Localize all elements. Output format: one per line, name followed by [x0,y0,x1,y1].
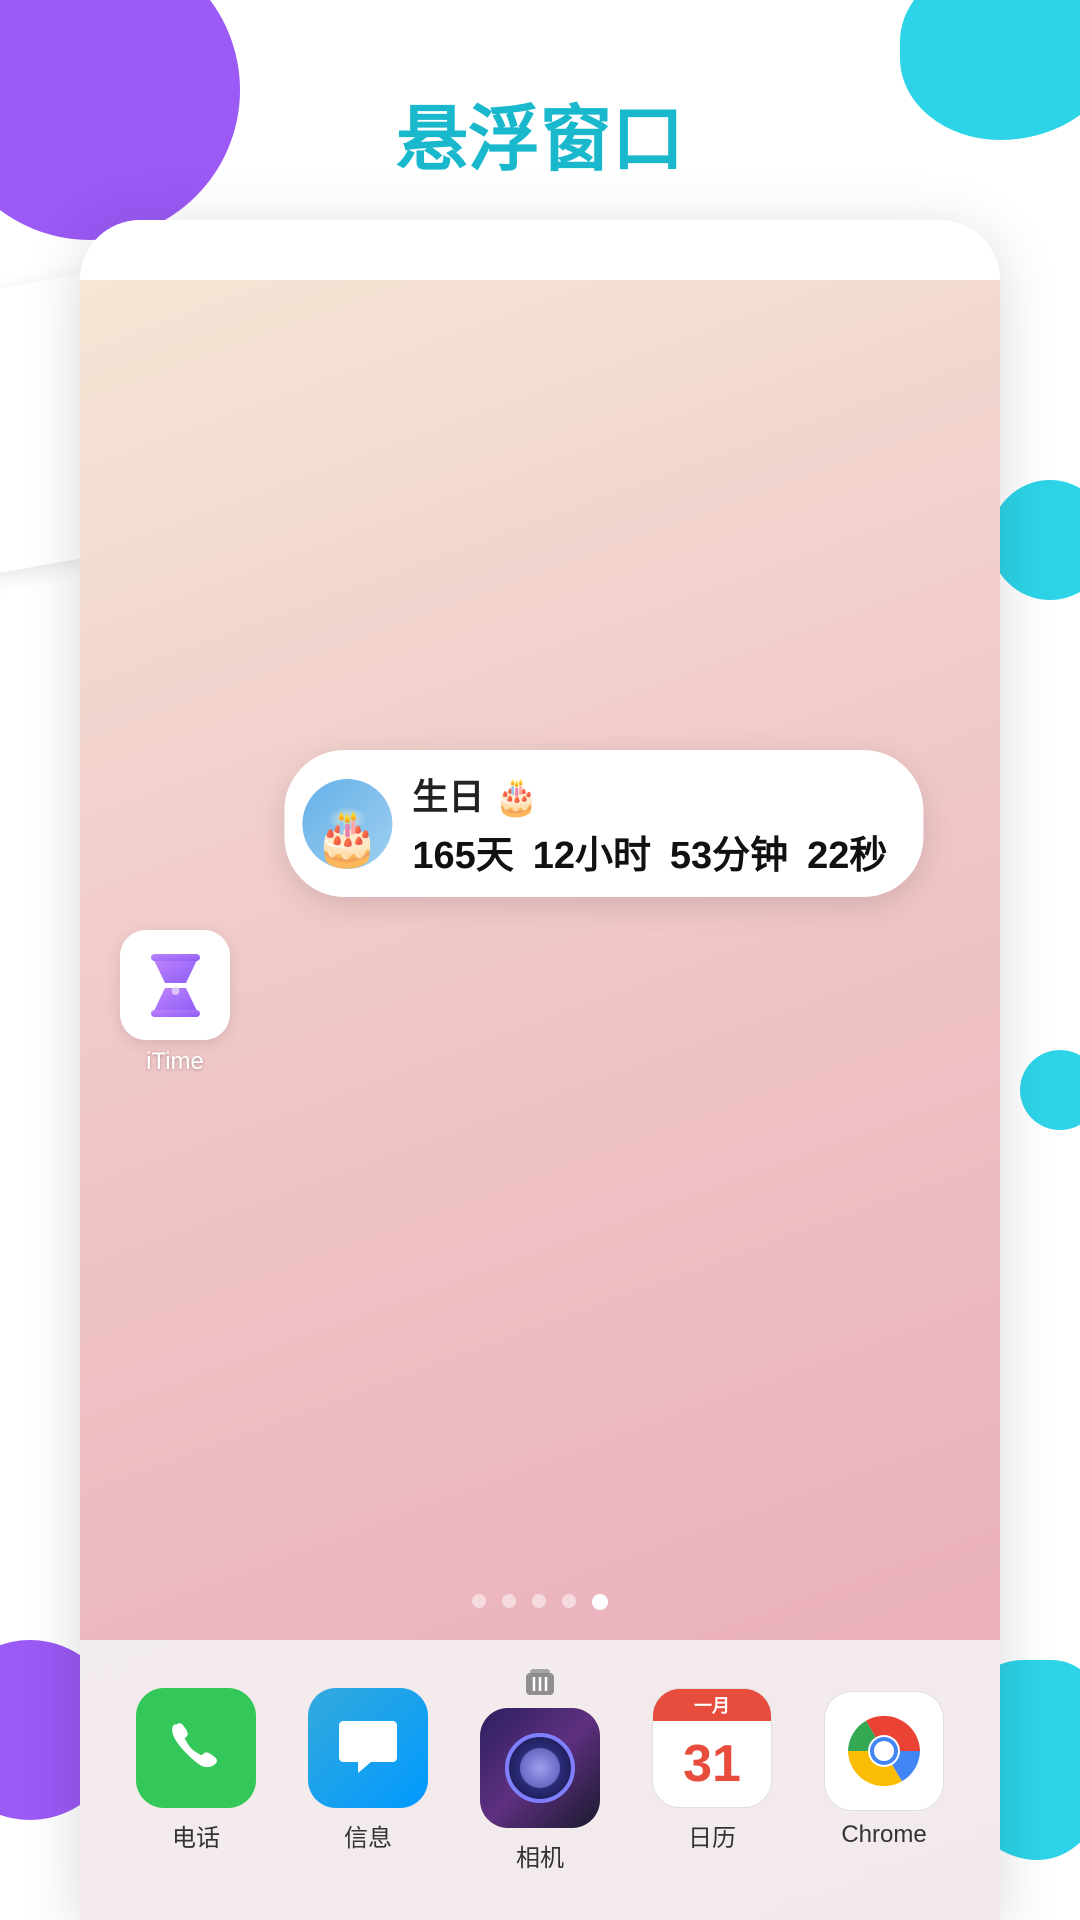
itime-hourglass-svg [148,953,203,1018]
countdown-days: 165天 [412,835,513,877]
dock-item-calendar[interactable]: 一月 31 日历 [652,1688,772,1853]
chrome-icon [824,1691,944,1811]
camera-label: 相机 [516,1838,564,1873]
messages-svg [333,1713,403,1783]
countdown-hours: 12小时 [533,835,651,877]
countdown-minutes: 53分钟 [670,835,788,877]
dock: 电话 信息 [80,1640,1000,1920]
dot-2[interactable] [502,1594,516,1608]
widget-text-block: 生日 🎂 165天 12小时 53分钟 22秒 [412,768,887,879]
trash-svg [522,1669,558,1697]
phone-label: 电话 [172,1818,220,1853]
calendar-day: 31 [683,1734,741,1794]
messages-label: 信息 [344,1818,392,1853]
calendar-icon: 一月 31 [652,1688,772,1808]
phone-svg [166,1718,226,1778]
itime-app-item[interactable]: iTime [120,930,230,1076]
chrome-svg [844,1711,924,1791]
widget-countdown: 165天 12小时 53分钟 22秒 [412,824,887,879]
blob-right-lower [1020,1050,1080,1130]
dot-5-active[interactable] [592,1594,608,1610]
itime-icon-box [120,930,230,1040]
avatar-emoji: 🎂 [314,811,381,865]
dock-item-phone[interactable]: 电话 [136,1688,256,1853]
widget-birthday-title: 生日 🎂 [412,768,887,820]
dock-item-messages[interactable]: 信息 [308,1688,428,1853]
delete-icon [515,1668,565,1698]
page-title-container: 悬浮窗口 [0,80,1080,185]
dock-item-chrome[interactable]: Chrome [824,1691,944,1849]
calendar-month: 一月 [694,1692,730,1718]
page-title: 悬浮窗口 [0,80,1080,185]
chrome-label: Chrome [841,1821,926,1849]
camera-lens [505,1733,575,1803]
countdown-seconds: 22秒 [807,835,887,877]
calendar-header: 一月 [653,1689,771,1721]
widget-avatar: 🎂 [302,779,392,869]
phone-wallpaper: 🎂 生日 🎂 165天 12小时 53分钟 22秒 [80,280,1000,1920]
dot-1[interactable] [472,1594,486,1608]
itime-label: iTime [146,1048,204,1076]
phone-top-bar [80,220,1000,280]
messages-icon [308,1688,428,1808]
camera-lens-inner [520,1748,560,1788]
floating-widget[interactable]: 🎂 生日 🎂 165天 12小时 53分钟 22秒 [284,750,923,897]
calendar-label: 日历 [688,1818,736,1853]
phone-icon [136,1688,256,1808]
camera-icon [480,1708,600,1828]
dot-3[interactable] [532,1594,546,1608]
phone-mockup: 🎂 生日 🎂 165天 12小时 53分钟 22秒 [80,220,1000,1920]
page-dots [80,1594,1000,1610]
dock-item-camera[interactable]: 相机 [480,1668,600,1873]
blob-right-mid [990,480,1080,600]
calendar-body: 31 [683,1721,741,1807]
home-icons-area: iTime [120,930,230,1076]
dot-4[interactable] [562,1594,576,1608]
itime-icon-inner [140,950,210,1020]
